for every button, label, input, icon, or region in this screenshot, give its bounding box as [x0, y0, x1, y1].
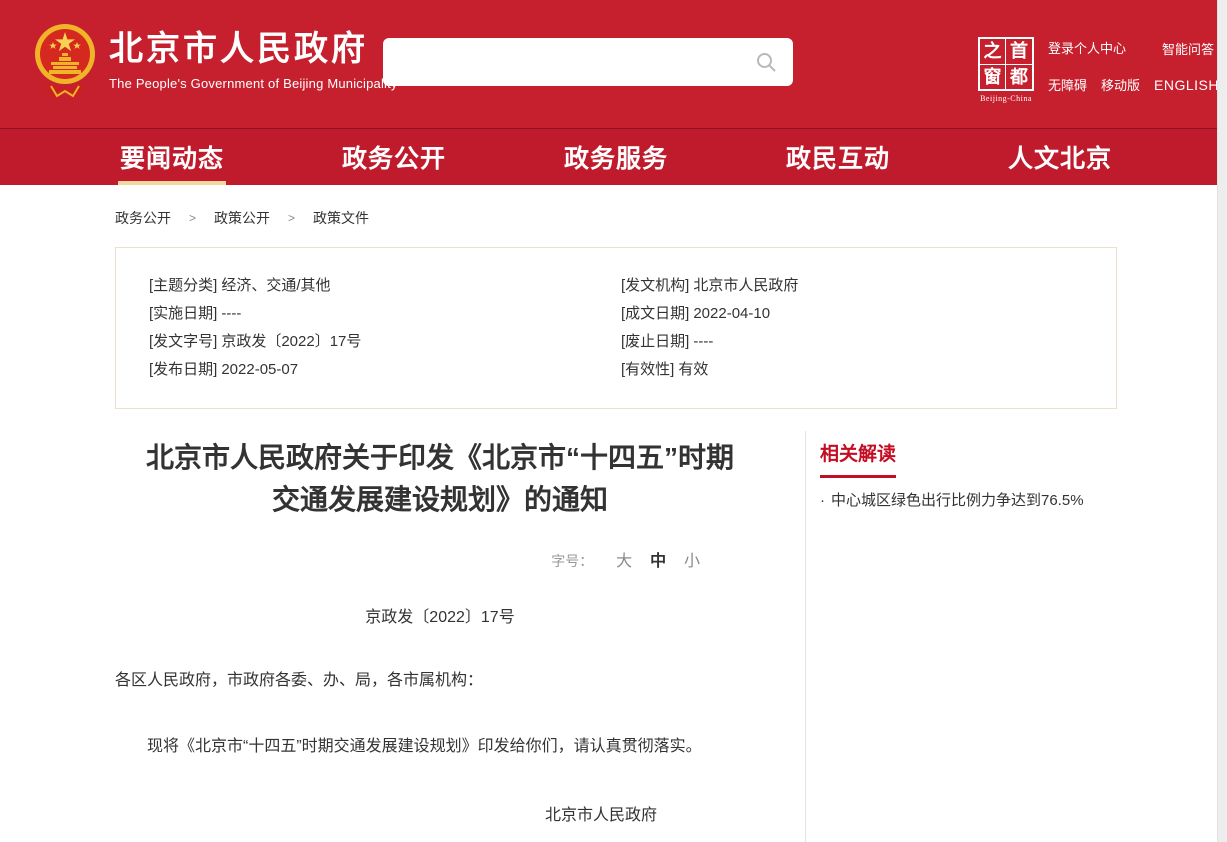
fontsize-medium-button[interactable]: 中: [650, 553, 666, 570]
meta-label: [发文字号]: [149, 333, 217, 350]
meta-row: [实施日期]----: [149, 300, 621, 328]
fontsize-small-button[interactable]: 小: [684, 553, 700, 570]
meta-label: [发文机构]: [621, 277, 689, 294]
meta-row: [废止日期]----: [621, 328, 1116, 356]
document-meta-box: [主题分类]经济、交通/其他 [实施日期]---- [发文字号]京政发〔2022…: [115, 247, 1117, 409]
meta-value: 京政发〔2022〕17号: [221, 333, 361, 350]
related-reading-item[interactable]: · 中心城区绿色出行比例力争达到76.5%: [820, 490, 1117, 512]
meta-row: [主题分类]经济、交通/其他: [149, 272, 621, 300]
signature-name: 北京市人民政府: [545, 801, 657, 825]
meta-value: ----: [693, 333, 713, 350]
main-nav: 要闻动态 政务公开 政务服务 政民互动 人文北京: [0, 129, 1227, 185]
site-logo[interactable]: 北京市人民政府 The People's Government of Beiji…: [33, 18, 398, 102]
related-sidebar: 相关解读 · 中心城区绿色出行比例力争达到76.5%: [806, 431, 1117, 842]
meta-label: [主题分类]: [149, 277, 217, 294]
search-box: [383, 38, 793, 86]
document-number: 京政发〔2022〕17号: [115, 603, 765, 627]
article-title-line2: 交通发展建设规划》的通知: [272, 484, 608, 515]
content-area: 北京市人民政府关于印发《北京市“十四五”时期 交通发展建设规划》的通知 字号： …: [115, 431, 1117, 842]
meta-row: [发文机构]北京市人民政府: [621, 272, 1116, 300]
nav-item-culture[interactable]: 人文北京: [1006, 129, 1114, 185]
meta-row: [成文日期]2022-04-10: [621, 300, 1116, 328]
seal-char: 窗: [980, 65, 1006, 90]
meta-value: 经济、交通/其他: [221, 277, 330, 294]
site-header: 北京市人民政府 The People's Government of Beiji…: [0, 0, 1227, 129]
capital-window-logo[interactable]: 之 首 窗 都 Beijing-China: [977, 37, 1035, 103]
login-link[interactable]: 登录个人中心: [1048, 38, 1126, 57]
nav-item-gov-services[interactable]: 政务服务: [562, 129, 670, 185]
meta-column-right: [发文机构]北京市人民政府 [成文日期]2022-04-10 [废止日期]---…: [621, 272, 1116, 384]
breadcrumb-separator: >: [288, 211, 295, 225]
nav-item-gov-affairs[interactable]: 政务公开: [340, 129, 448, 185]
search-icon[interactable]: [755, 51, 777, 73]
site-name-en: The People's Government of Beijing Munic…: [109, 76, 398, 91]
related-reading-list: · 中心城区绿色出行比例力争达到76.5%: [820, 490, 1117, 512]
article-title-line1: 北京市人民政府关于印发《北京市“十四五”时期: [146, 442, 734, 473]
seal-caption: Beijing-China: [977, 94, 1035, 103]
article-main: 北京市人民政府关于印发《北京市“十四五”时期 交通发展建设规划》的通知 字号： …: [115, 431, 806, 842]
scrollbar[interactable]: [1217, 0, 1227, 842]
site-name: 北京市人民政府: [109, 32, 398, 66]
search-input[interactable]: [383, 54, 755, 71]
meta-row: [发布日期]2022-05-07: [149, 356, 621, 384]
breadcrumb-item[interactable]: 政策公开: [214, 208, 270, 228]
article-title: 北京市人民政府关于印发《北京市“十四五”时期 交通发展建设规划》的通知: [115, 437, 765, 521]
meta-value: 2022-05-07: [221, 361, 298, 378]
seal-char: 首: [1006, 39, 1032, 65]
breadcrumb-separator: >: [189, 211, 196, 225]
meta-value: ----: [221, 305, 241, 322]
meta-label: [成文日期]: [621, 305, 689, 322]
seal-char: 之: [980, 39, 1006, 65]
article-paragraph: 各区人民政府，市政府各委、办、局，各市属机构：: [115, 669, 765, 693]
article-paragraph: 现将《北京市“十四五”时期交通发展建设规划》印发给你们，请认真贯彻落实。: [115, 735, 765, 759]
english-label: ENGLISH: [1154, 77, 1219, 93]
meta-row: [有效性]有效: [621, 356, 1116, 384]
meta-column-left: [主题分类]经济、交通/其他 [实施日期]---- [发文字号]京政发〔2022…: [149, 272, 621, 384]
meta-label: [废止日期]: [621, 333, 689, 350]
signature-block: 北京市人民政府 2022年4月10日: [115, 801, 765, 842]
nav-item-news[interactable]: 要闻动态: [118, 129, 226, 185]
meta-value: 2022-04-10: [693, 305, 770, 322]
breadcrumb-item[interactable]: 政务公开: [115, 208, 171, 228]
seal-char: 都: [1006, 65, 1032, 90]
meta-label: [有效性]: [621, 361, 674, 378]
meta-label: [实施日期]: [149, 305, 217, 322]
mobile-version-link[interactable]: 移动版: [1101, 75, 1140, 94]
related-reading-title: 相关解读: [820, 439, 896, 478]
meta-value: 北京市人民政府: [693, 277, 798, 294]
breadcrumb-item: 政策文件: [313, 208, 369, 228]
national-emblem-icon: [33, 20, 97, 102]
fontsize-control: 字号： 大 中 小: [115, 547, 765, 571]
accessibility-link[interactable]: 无障碍: [1048, 75, 1087, 94]
meta-row: [发文字号]京政发〔2022〕17号: [149, 328, 621, 356]
fontsize-large-button[interactable]: 大: [616, 553, 632, 570]
related-reading-text: 中心城区绿色出行比例力争达到76.5%: [831, 492, 1084, 509]
capital-window-seal: 之 首 窗 都: [978, 37, 1034, 91]
bullet-icon: ·: [820, 492, 825, 509]
nav-item-interaction[interactable]: 政民互动: [784, 129, 892, 185]
smart-qa-link[interactable]: 智能问答: [1162, 42, 1214, 57]
meta-label: [发布日期]: [149, 361, 217, 378]
fontsize-label: 字号：: [551, 553, 593, 569]
meta-value: 有效: [678, 361, 708, 378]
breadcrumb: 政务公开 > 政策公开 > 政策文件: [115, 208, 1117, 228]
